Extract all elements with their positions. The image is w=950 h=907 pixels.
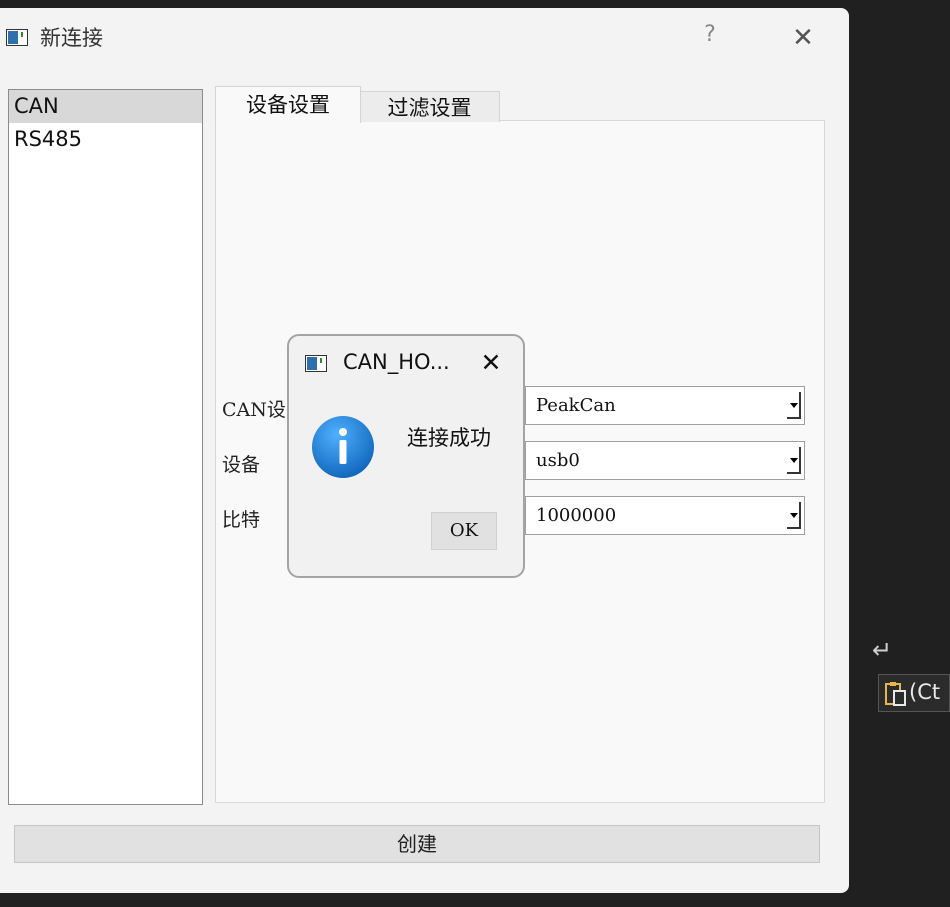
bitrate-value: 1000000 — [536, 505, 617, 526]
app-window-icon — [6, 29, 28, 46]
message-box-title: CAN_HO... — [343, 350, 450, 374]
device-value: usb0 — [536, 450, 580, 471]
dropdown-arrow-icon[interactable] — [787, 392, 801, 419]
enter-icon: ↵ — [872, 636, 893, 664]
message-text: 连接成功 — [407, 426, 491, 450]
device-select[interactable]: usb0 — [525, 441, 805, 480]
titlebar[interactable]: 新连接 ? ✕ — [0, 8, 849, 70]
message-box-close-button[interactable]: ✕ — [475, 346, 507, 380]
close-button[interactable]: ✕ — [783, 20, 823, 56]
bitrate-select[interactable]: 1000000 — [525, 496, 805, 535]
paste-shortcut-text: (Ct — [909, 680, 941, 704]
tab-filter-settings[interactable]: 过滤设置 — [359, 91, 500, 122]
info-icon — [312, 416, 374, 478]
dropdown-arrow-icon[interactable] — [787, 447, 801, 474]
can-device-value: PeakCan — [536, 395, 616, 416]
bitrate-label: 比特 — [222, 509, 261, 531]
ok-button[interactable]: OK — [431, 512, 497, 550]
paste-shortcut-chip[interactable]: (Ct — [878, 674, 950, 712]
paste-icon — [885, 682, 906, 706]
create-button[interactable]: 创建 — [14, 825, 820, 863]
app-window-icon — [305, 355, 327, 372]
can-device-select[interactable]: PeakCan — [525, 386, 805, 425]
dropdown-arrow-icon[interactable] — [787, 502, 801, 529]
can-device-label: CAN设 — [222, 399, 286, 421]
tab-device-settings[interactable]: 设备设置 — [215, 86, 361, 123]
message-box: CAN_HO... ✕ 连接成功 OK — [287, 334, 525, 578]
device-label: 设备 — [222, 454, 261, 476]
list-item-rs485[interactable]: RS485 — [9, 123, 202, 156]
connection-type-list[interactable]: CAN RS485 — [8, 89, 203, 805]
list-item-can[interactable]: CAN — [9, 90, 202, 123]
window-title: 新连接 — [40, 26, 103, 50]
help-button[interactable]: ? — [695, 20, 725, 50]
